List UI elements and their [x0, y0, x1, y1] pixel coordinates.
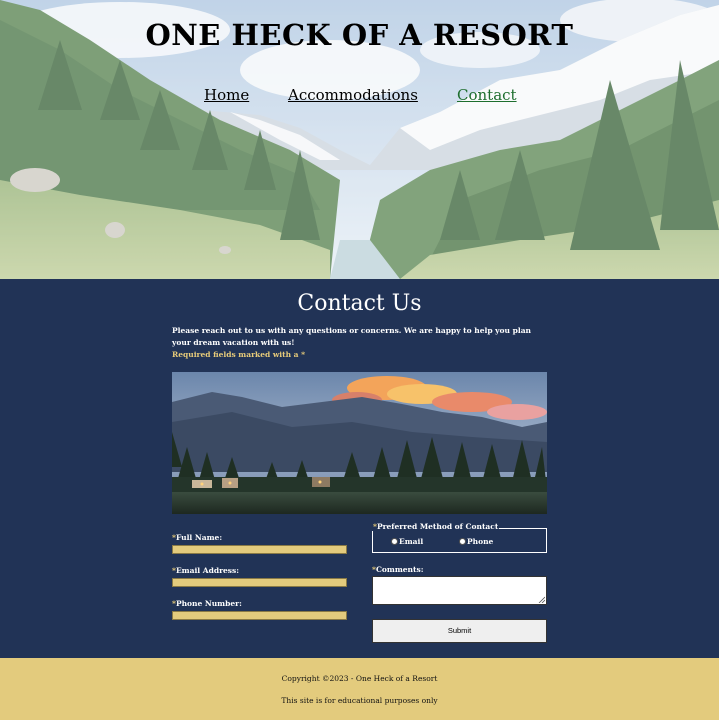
nav-accommodations-link[interactable]: Accommodations — [288, 86, 418, 104]
full-name-input[interactable] — [172, 545, 347, 554]
resize-grip-icon[interactable] — [538, 596, 545, 603]
contact-method-legend: *Preferred Method of Contact — [372, 522, 500, 531]
page-heading: Contact Us — [297, 291, 422, 316]
email-radio[interactable] — [391, 538, 398, 545]
footer: Copyright ©2023 - One Heck of a Resort T… — [0, 658, 719, 720]
submit-button[interactable]: Submit — [372, 619, 547, 643]
comments-textarea[interactable] — [372, 576, 547, 605]
site-title: ONE HECK OF A RESORT — [145, 18, 574, 52]
email-address-input[interactable] — [172, 578, 347, 587]
main-nav: Home Accommodations Contact — [0, 86, 719, 108]
email-address-label: *Email Address: — [172, 566, 240, 575]
educational-note: This site is for educational purposes on… — [281, 696, 438, 705]
mountain-lake-image — [172, 372, 547, 514]
nav-home-link[interactable]: Home — [204, 86, 249, 104]
nav-contact-link[interactable]: Contact — [457, 86, 517, 104]
phone-radio-label: Phone — [467, 537, 494, 546]
required-fields-note: Required fields marked with a * — [172, 350, 306, 359]
phone-number-label: *Phone Number: — [172, 599, 242, 608]
intro-text: Please reach out to us with any question… — [172, 326, 532, 347]
copyright-text: Copyright ©2023 - One Heck of a Resort — [281, 674, 438, 683]
hero-banner: ONE HECK OF A RESORT Home Accommodations… — [0, 0, 719, 279]
phone-number-input[interactable] — [172, 611, 347, 620]
contact-section: Contact Us Please reach out to us with a… — [0, 279, 719, 658]
comments-label: *Comments: — [372, 565, 424, 574]
full-name-label: *Full Name: — [172, 533, 223, 542]
email-radio-label: Email — [399, 537, 424, 546]
phone-radio[interactable] — [459, 538, 466, 545]
